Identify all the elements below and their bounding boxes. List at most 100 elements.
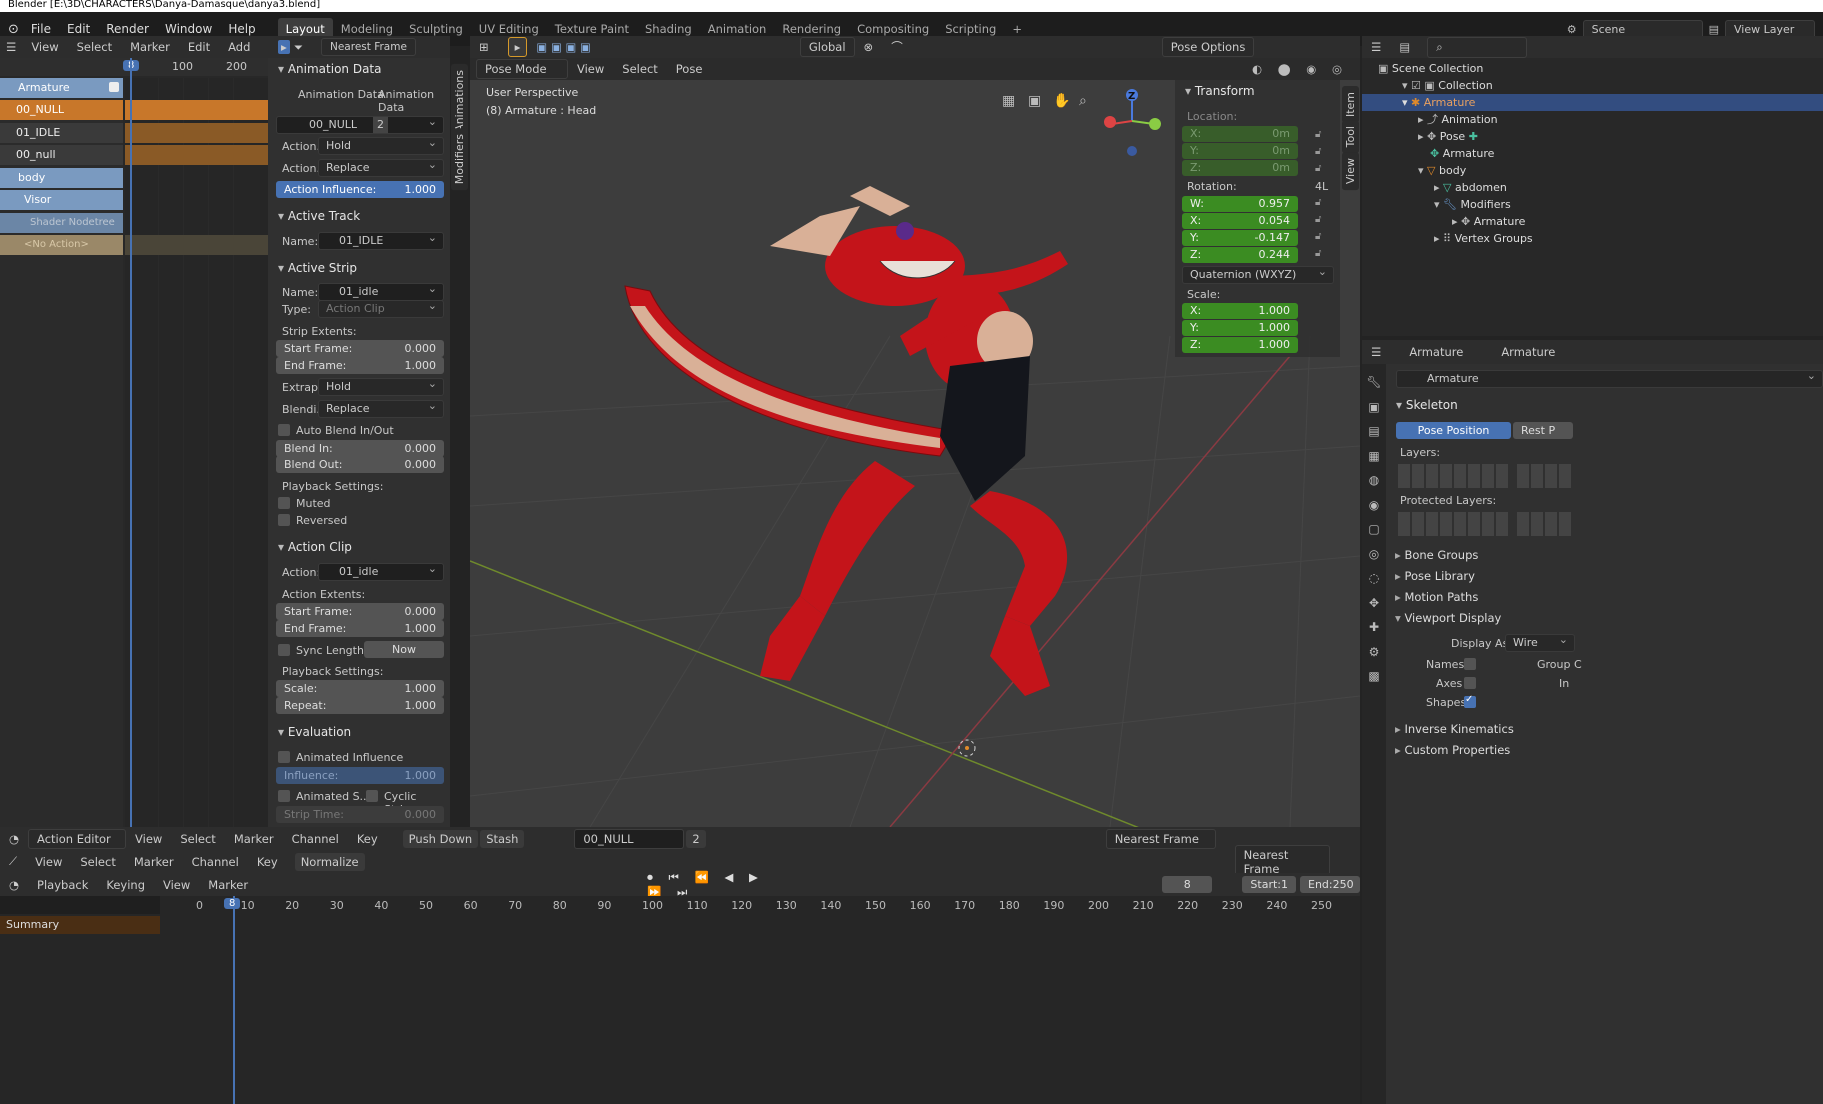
blender-logo-icon[interactable]: ⊙ (4, 22, 23, 37)
panel-viewport-display[interactable]: ▾ Viewport Display (1395, 611, 1501, 625)
editor-type-icon[interactable]: ⟋ (0, 854, 26, 869)
location-z[interactable]: Z: 0m (1182, 160, 1298, 176)
breadcrumb-object[interactable]: Armature (1400, 345, 1472, 359)
sidebar-tab-animations[interactable]: Animations (451, 64, 468, 138)
scale-z[interactable]: Z: 1.000 (1182, 337, 1298, 353)
nla-channel-body[interactable]: body (0, 168, 123, 188)
nla-channel-no-action[interactable]: <No Action> (0, 235, 123, 255)
editor-type-icon[interactable]: ☰ (1362, 345, 1390, 359)
tl-menu-playback[interactable]: Playback (28, 878, 97, 892)
action-extrapolation-select[interactable]: Hold (318, 135, 444, 155)
location-x[interactable]: X: 0m (1182, 126, 1298, 142)
sync-length-checkbox[interactable] (278, 644, 290, 656)
timeline-area[interactable]: 0 10 20 30 40 50 60 70 80 90 100 110 120 130 140 150 160… (0, 896, 1360, 1104)
stash-button[interactable]: Stash (480, 829, 525, 848)
outliner-search-input[interactable]: ⌕ (1427, 36, 1528, 58)
strip-end-frame[interactable]: End Frame: 1.000 (276, 357, 444, 374)
scale-y[interactable]: Y: 1.000 (1182, 320, 1298, 336)
tl-current-frame[interactable]: 8 (1162, 876, 1213, 893)
editor-type-icon[interactable]: ◔ (0, 878, 28, 892)
nla-menu-add[interactable]: Add (219, 40, 259, 54)
outliner-body[interactable]: ▾ ▽ body (1418, 162, 1466, 179)
tl-start-frame[interactable]: Start: 1 (1242, 876, 1296, 893)
nla-track-00-null[interactable]: 00_null (0, 145, 123, 165)
checkbox-icon[interactable] (109, 82, 119, 92)
ae-action-selector[interactable]: 00_NULL (574, 828, 685, 849)
ds-menu-select[interactable]: Select (71, 855, 124, 869)
rotation-w[interactable]: W: 0.957 (1182, 196, 1298, 212)
auto-blend-checkbox[interactable] (278, 424, 290, 436)
sidebar-tab-modifiers[interactable]: Modifiers (451, 128, 468, 191)
armature-name-field[interactable]: Armature (1396, 368, 1823, 388)
display-as-select[interactable]: Wire (1505, 632, 1575, 652)
select-icon[interactable]: ▸ (278, 40, 290, 54)
action-blending-select[interactable]: Replace (318, 157, 444, 177)
view-layer-icon[interactable]: ▤ (1709, 23, 1719, 36)
clip-action-field[interactable]: 01_idle (318, 561, 444, 581)
rotation-mode-select[interactable]: Quaternion (WXYZ) (1182, 264, 1334, 284)
panel-active-strip[interactable]: Active Strip (268, 257, 450, 279)
push-down-button[interactable]: Push Down (402, 829, 479, 848)
panel-skeleton[interactable]: Skeleton (1386, 394, 1823, 416)
outliner-abdomen[interactable]: ▸ ▽ abdomen (1434, 179, 1507, 196)
ds-menu-marker[interactable]: Marker (125, 855, 183, 869)
ae-menu-key[interactable]: Key (348, 832, 387, 846)
sync-now-button[interactable]: Now (364, 641, 444, 658)
animdata-tab-2[interactable]: Animation Data (378, 88, 450, 114)
menu-help[interactable]: Help (220, 22, 263, 36)
timeline-frame-badge[interactable]: 8 (224, 898, 241, 909)
rotation-x[interactable]: X: 0.054 (1182, 213, 1298, 229)
outliner-armature[interactable]: ▾ ✱ Armature (1362, 94, 1823, 111)
outliner-armature-modifier[interactable]: ▸ ✥ Armature (1452, 213, 1525, 230)
rotation-z[interactable]: Z: 0.244 (1182, 247, 1298, 263)
nla-channel-armature[interactable]: Armature (0, 78, 123, 98)
strip-name-field[interactable]: 01_idle (318, 281, 444, 301)
nla-action-strip[interactable] (125, 100, 268, 120)
strip-start-frame[interactable]: Start Frame: 0.000 (276, 340, 444, 357)
viewport-tab-tool[interactable]: Tool (1342, 120, 1359, 154)
outliner-animation[interactable]: ▸ ⤴ Animation (1418, 111, 1498, 128)
protected-layers-grid-2[interactable] (1517, 512, 1573, 536)
nla-strip[interactable] (125, 235, 268, 255)
animated-influence-checkbox[interactable] (278, 751, 290, 763)
nla-menu-edit[interactable]: Edit (179, 40, 219, 54)
animdata-tab-1[interactable]: Animation Data (298, 88, 384, 101)
blend-out-field[interactable]: Blend Out: 0.000 (276, 456, 444, 473)
rotation-y[interactable]: Y: -0.147 (1182, 230, 1298, 246)
panel-motion-paths[interactable]: Motion Paths (1395, 590, 1478, 604)
rest-position-button[interactable]: Rest P (1513, 422, 1573, 439)
menu-edit[interactable]: Edit (59, 22, 98, 36)
eval-influence-field[interactable]: Influence: 1.000 (276, 767, 444, 784)
clip-scale-field[interactable]: Scale: 1.000 (276, 680, 444, 697)
names-checkbox[interactable] (1464, 658, 1476, 670)
clip-end-frame[interactable]: End Frame: 1.000 (276, 620, 444, 637)
blend-in-field[interactable]: Blend In: 0.000 (276, 440, 444, 457)
summary-channel[interactable]: Summary (0, 916, 160, 934)
outliner-vertex-groups[interactable]: ▸ ⠿ Vertex Groups (1434, 230, 1533, 247)
users-count[interactable]: 2 (373, 117, 388, 133)
reversed-checkbox[interactable] (278, 514, 290, 526)
menu-file[interactable]: File (23, 22, 59, 36)
outliner-scene-collection[interactable]: ▣ Scene Collection (1378, 60, 1483, 77)
breadcrumb-data[interactable]: Armature (1492, 345, 1564, 359)
tl-menu-view[interactable]: View (154, 878, 199, 892)
filter-icon[interactable]: ⏷ (290, 40, 307, 55)
clip-repeat-field[interactable]: Repeat: 1.000 (276, 697, 444, 714)
track-name-field[interactable]: 01_IDLE (318, 230, 444, 250)
editor-type-icon[interactable]: ☰ (0, 40, 22, 54)
nla-channel-shader-nodetree[interactable]: Shader Nodetree (0, 213, 123, 233)
layers-grid-2[interactable] (1517, 464, 1573, 488)
ds-menu-key[interactable]: Key (248, 855, 287, 869)
viewport-tab-view[interactable]: View (1342, 152, 1359, 191)
lock-icon[interactable]: 🔓︎ 🔓︎ 🔓︎ 🔓︎ 🔓︎ 🔓︎ 🔓︎ (1315, 126, 1321, 262)
panel-evaluation[interactable]: Evaluation (268, 721, 450, 743)
editor-type-icon[interactable]: ☰ (1362, 40, 1390, 54)
pose-position-button[interactable]: Pose Position (1396, 422, 1511, 439)
shapes-checkbox[interactable] (1464, 694, 1476, 708)
tl-end-frame[interactable]: End: 250 (1300, 876, 1360, 893)
playhead[interactable] (130, 58, 132, 827)
animated-strip-time-checkbox[interactable] (278, 790, 290, 802)
blending-select[interactable]: Replace (318, 398, 444, 418)
viewport-tab-item[interactable]: Item (1342, 86, 1359, 124)
axes-checkbox[interactable] (1464, 677, 1476, 689)
